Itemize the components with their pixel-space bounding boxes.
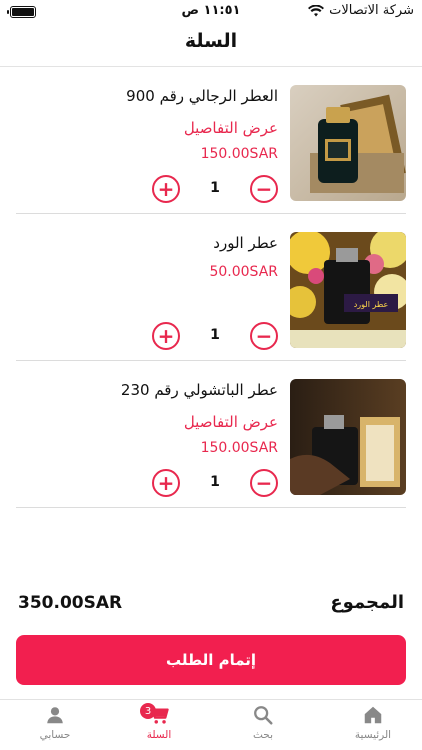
tab-search[interactable]: بحث bbox=[228, 704, 298, 750]
svg-text:عطر الورد: عطر الورد bbox=[354, 300, 389, 309]
product-image[interactable] bbox=[290, 379, 406, 495]
tab-label: حسابي bbox=[39, 729, 71, 741]
cart-count-badge: 3 bbox=[140, 703, 156, 719]
decrease-quantity-button[interactable]: − bbox=[250, 469, 278, 497]
decrease-quantity-button[interactable]: − bbox=[250, 322, 278, 350]
cart-list: العطر الرجالي رقم 900 عرض التفاصيل 150.0… bbox=[16, 67, 406, 508]
checkout-button[interactable]: إتمام الطلب bbox=[16, 635, 406, 685]
quantity-value: 1 bbox=[210, 180, 220, 196]
total-value: 350.00SAR bbox=[18, 593, 123, 613]
increase-quantity-button[interactable]: + bbox=[152, 322, 180, 350]
tab-cart[interactable]: 3 السلة bbox=[124, 703, 194, 750]
item-price: 150.00SAR bbox=[200, 146, 278, 162]
status-time: ١١:٥١ ص bbox=[181, 3, 241, 18]
product-image[interactable] bbox=[290, 85, 406, 201]
increase-quantity-button[interactable]: + bbox=[152, 469, 180, 497]
tab-label: السلة bbox=[146, 729, 172, 741]
tab-home[interactable]: الرئيسية bbox=[338, 704, 408, 750]
cart-item: عطر الباتشولي رقم 230 عرض التفاصيل 150.0… bbox=[16, 361, 406, 508]
quantity-value: 1 bbox=[210, 474, 220, 490]
status-bar: شركة الاتصالات ١١:٥١ ص bbox=[0, 0, 422, 24]
view-details-link[interactable]: عرض التفاصيل bbox=[184, 119, 278, 137]
tab-account[interactable]: حسابي bbox=[20, 704, 90, 750]
quantity-stepper: + 1 − bbox=[152, 469, 278, 499]
tab-label: الرئيسية bbox=[354, 729, 392, 741]
tab-bar: الرئيسية بحث 3 السلة حسابي bbox=[0, 699, 422, 750]
home-icon bbox=[364, 706, 382, 724]
quantity-value: 1 bbox=[210, 327, 220, 343]
item-name: العطر الرجالي رقم 900 bbox=[126, 87, 278, 105]
wifi-icon bbox=[308, 4, 325, 16]
item-price: 50.00SAR bbox=[209, 264, 278, 280]
carrier-name: شركة الاتصالات bbox=[329, 3, 414, 18]
decrease-quantity-button[interactable]: − bbox=[250, 175, 278, 203]
quantity-stepper: + 1 − bbox=[152, 322, 278, 352]
item-name: عطر الورد bbox=[213, 234, 278, 252]
cart-item: عطر الورد عطر الورد 50.00SAR + 1 − bbox=[16, 214, 406, 361]
quantity-stepper: + 1 − bbox=[152, 175, 278, 205]
status-carrier: شركة الاتصالات bbox=[308, 3, 414, 18]
tab-label: بحث bbox=[252, 729, 273, 741]
increase-quantity-button[interactable]: + bbox=[152, 175, 180, 203]
person-icon bbox=[47, 707, 63, 724]
search-icon bbox=[254, 706, 273, 725]
page-title: السلة bbox=[184, 30, 238, 52]
battery-icon bbox=[7, 6, 36, 18]
cart-item: العطر الرجالي رقم 900 عرض التفاصيل 150.0… bbox=[16, 67, 406, 214]
item-price: 150.00SAR bbox=[200, 440, 278, 456]
total-label: المجموع bbox=[330, 592, 404, 613]
item-name: عطر الباتشولي رقم 230 bbox=[120, 381, 278, 399]
product-image[interactable]: عطر الورد bbox=[290, 232, 406, 348]
view-details-link[interactable]: عرض التفاصيل bbox=[184, 413, 278, 431]
